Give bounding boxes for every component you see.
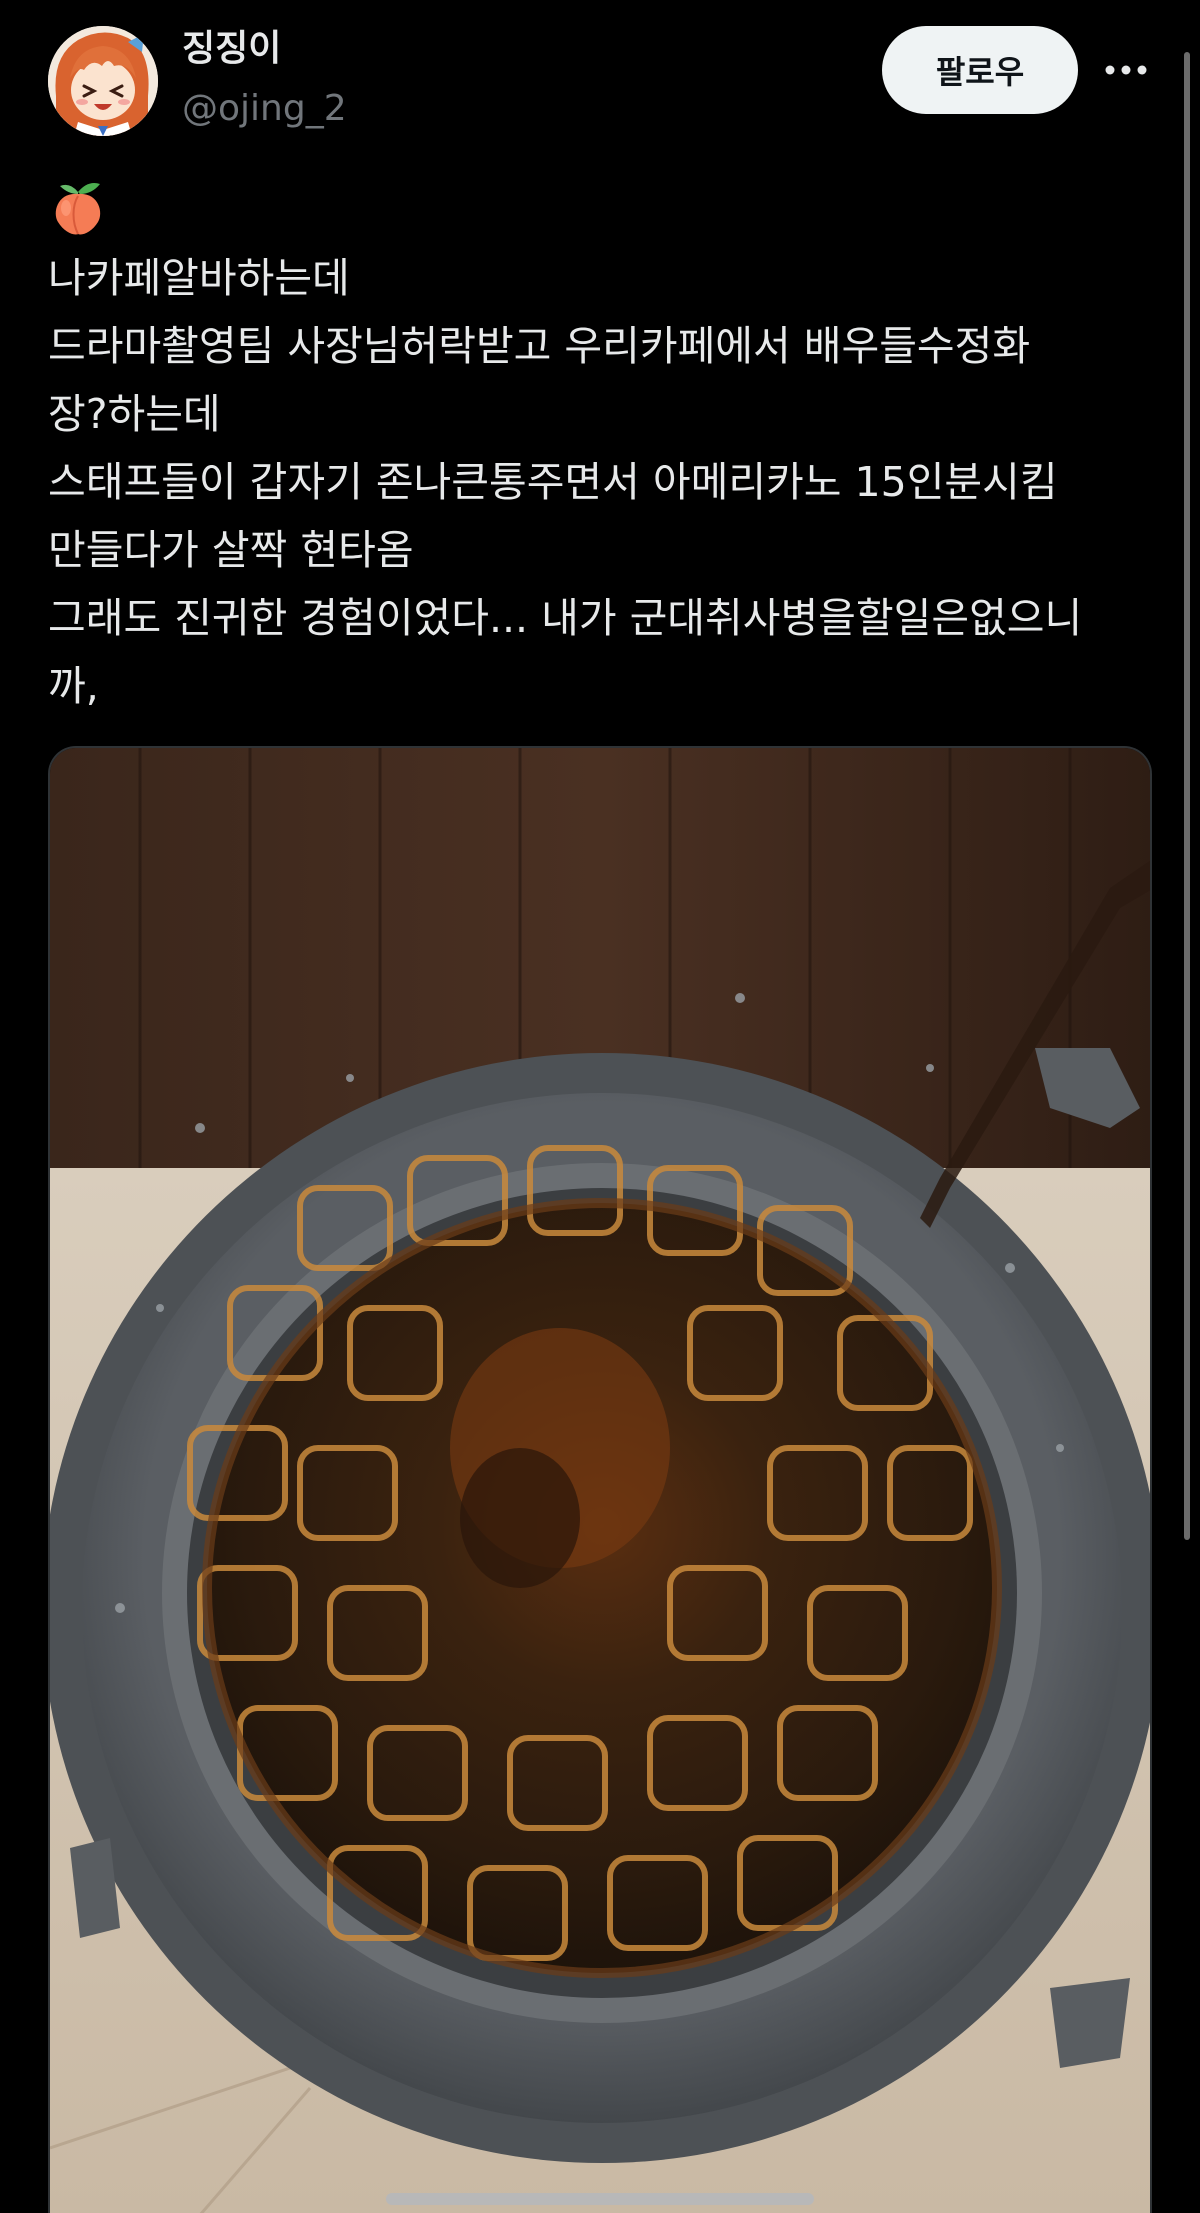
more-horizontal-icon[interactable] bbox=[1100, 52, 1152, 88]
tweet-line: 까, bbox=[48, 662, 99, 710]
avatar[interactable] bbox=[48, 26, 158, 136]
tweet-line: 만들다가 살짝 현타옴 bbox=[48, 526, 414, 574]
tweet-line: 스태프들이 갑자기 존나큰통주면서 아메리카노 15인분시킴 bbox=[48, 458, 1058, 506]
home-indicator[interactable] bbox=[386, 2193, 814, 2205]
user-handle[interactable]: @ojing_2 bbox=[182, 86, 347, 132]
tweet-line: 장?하는데 bbox=[48, 390, 221, 438]
tweet-photo[interactable] bbox=[48, 746, 1152, 2213]
tweet-line: 그래도 진귀한 경험이었다... 내가 군대취사병을할일은없으니 bbox=[48, 594, 1083, 642]
tweet-text: 나카페알바하는데 드라마촬영팀 사장님허락받고 우리카페에서 배우들수정화 장?… bbox=[48, 178, 1158, 720]
scrollbar[interactable] bbox=[1184, 52, 1190, 1540]
tweet-line: 나카페알바하는데 bbox=[48, 254, 350, 302]
display-name[interactable]: 징징이 bbox=[182, 26, 281, 72]
tweet-header: 징징이 @ojing_2 팔로우 bbox=[0, 0, 1200, 160]
peach-icon bbox=[55, 183, 101, 235]
tweet-line: 드라마촬영팀 사장님허락받고 우리카페에서 배우들수정화 bbox=[48, 322, 1031, 370]
iced-americano-bucket-photo bbox=[50, 748, 1150, 2213]
follow-button[interactable]: 팔로우 bbox=[882, 26, 1078, 114]
anime-girl-avatar-icon bbox=[48, 26, 158, 136]
